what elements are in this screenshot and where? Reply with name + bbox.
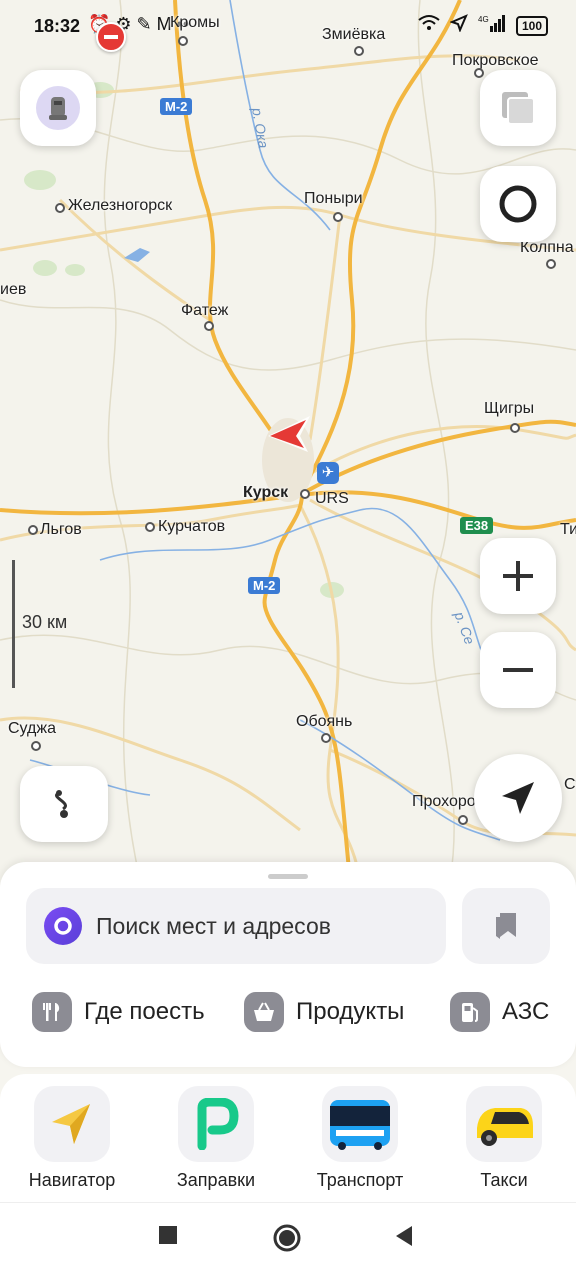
- city-dot: [474, 68, 484, 78]
- city-label[interactable]: Щигры: [484, 400, 534, 418]
- app-label: Такси: [480, 1170, 528, 1190]
- search-input[interactable]: Поиск мест и адресов: [96, 913, 331, 940]
- city-label[interactable]: Суджа: [8, 720, 56, 738]
- city-dot: [28, 525, 38, 535]
- app-taxi[interactable]: Такси: [446, 1086, 562, 1191]
- navigator-icon: [34, 1086, 110, 1162]
- app-refuel[interactable]: Заправки: [158, 1086, 274, 1191]
- signal-icon: 4G: [478, 14, 506, 37]
- road-shield-m2: М-2: [248, 577, 281, 594]
- user-location-arrow-icon: [268, 416, 310, 452]
- refuel-icon: [178, 1086, 254, 1162]
- alice-icon[interactable]: [44, 907, 82, 945]
- navigation-arrow-icon: [502, 782, 534, 814]
- route-icon: [55, 790, 68, 818]
- zoom-out-button[interactable]: [480, 632, 556, 708]
- city-dot: [145, 522, 155, 532]
- city-label[interactable]: Кромы: [170, 14, 220, 32]
- taxi-icon: [466, 1086, 542, 1162]
- city-label[interactable]: Обоянь: [296, 713, 352, 731]
- circle-icon: [273, 1224, 301, 1252]
- city-dot: [55, 203, 65, 213]
- route-button[interactable]: [20, 766, 108, 842]
- category-label: АЗС: [502, 998, 550, 1025]
- square-icon: [159, 1226, 177, 1244]
- search-bar[interactable]: Поиск мест и адресов: [26, 888, 446, 964]
- recent-apps-button[interactable]: [158, 1225, 178, 1250]
- city-dot: [510, 423, 520, 433]
- wifi-icon: [418, 14, 440, 37]
- basket-icon: [244, 992, 284, 1032]
- road-shield-m2: М-2: [160, 98, 193, 115]
- airport-icon[interactable]: ✈: [317, 462, 339, 484]
- city-label[interactable]: Льгов: [40, 521, 82, 539]
- layers-icon: [502, 92, 535, 125]
- profile-button[interactable]: [20, 70, 96, 146]
- plus-icon: [503, 561, 533, 591]
- layers-button[interactable]: [480, 70, 556, 146]
- airport-label[interactable]: URS: [315, 490, 349, 508]
- city-dot: [300, 489, 310, 499]
- city-dot: [321, 733, 331, 743]
- status-system-icons: 4G 100: [418, 14, 548, 37]
- search-sheet[interactable]: Поиск мест и адресов Где поесть Продукты…: [0, 862, 576, 1067]
- services-bar: Навигатор Заправки Транспорт Такси: [0, 1074, 576, 1202]
- city-label[interactable]: Ти: [560, 521, 576, 539]
- app-label: Навигатор: [28, 1170, 116, 1190]
- category-label: Где поесть: [84, 998, 205, 1025]
- city-label[interactable]: Курчатов: [158, 518, 225, 536]
- home-button[interactable]: [272, 1223, 302, 1258]
- bookmarks-button[interactable]: [462, 888, 550, 964]
- fork-knife-icon: [32, 992, 72, 1032]
- sheet-handle[interactable]: [268, 874, 308, 879]
- city-dot: [458, 815, 468, 825]
- city-label[interactable]: Покровское: [452, 52, 539, 70]
- map-view[interactable]: 18:32 ⏰ ⚙ ✎ M •• 4G 100 М-2 М-2 E38 р. О…: [0, 0, 576, 880]
- category-food[interactable]: Где поесть: [32, 992, 205, 1032]
- city-dot: [546, 259, 556, 269]
- battery-indicator: 100: [515, 15, 548, 36]
- status-time: 18:32: [34, 16, 81, 36]
- city-dot: [31, 741, 41, 751]
- svg-text:4G: 4G: [478, 15, 489, 24]
- ring-icon: [499, 185, 537, 223]
- app-navigator[interactable]: Навигатор: [14, 1086, 130, 1191]
- category-fuel[interactable]: АЗС: [450, 992, 549, 1032]
- traffic-event-icon[interactable]: [96, 22, 126, 52]
- back-button[interactable]: [394, 1225, 414, 1252]
- city-dot: [204, 321, 214, 331]
- city-label[interactable]: Ст: [564, 776, 576, 794]
- location-icon: [449, 14, 468, 37]
- bus-icon: [322, 1086, 398, 1162]
- category-label: Продукты: [296, 998, 405, 1025]
- app-label: Заправки: [176, 1170, 256, 1190]
- my-location-button[interactable]: [474, 754, 562, 842]
- road-shield-e38: E38: [460, 517, 494, 534]
- alice-map-button[interactable]: [480, 166, 556, 242]
- app-label: Транспорт: [316, 1170, 404, 1190]
- map-scale-label: 30 км: [22, 612, 68, 632]
- city-label-kursk[interactable]: Курск: [243, 484, 288, 502]
- minus-icon: [503, 668, 533, 672]
- city-dot: [178, 36, 188, 46]
- city-label[interactable]: Змиёвка: [322, 26, 385, 44]
- bookmarks-icon: [496, 913, 516, 939]
- app-transport[interactable]: Транспорт: [302, 1086, 418, 1191]
- city-label[interactable]: иев: [0, 281, 26, 299]
- fuel-icon: [450, 992, 490, 1032]
- map-scale-bar: [12, 560, 15, 688]
- city-dot: [333, 212, 343, 222]
- city-label[interactable]: Фатеж: [181, 302, 228, 320]
- avatar: [36, 86, 80, 130]
- city-label[interactable]: Поныри: [304, 190, 363, 208]
- city-dot: [354, 46, 364, 56]
- status-bar: 18:32 ⏰ ⚙ ✎ M •• 4G 100: [0, 0, 576, 56]
- category-groceries[interactable]: Продукты: [244, 992, 404, 1032]
- city-label[interactable]: Железногорск: [68, 197, 172, 215]
- zoom-in-button[interactable]: [480, 538, 556, 614]
- triangle-back-icon: [396, 1226, 412, 1246]
- system-nav-bar: [0, 1202, 576, 1281]
